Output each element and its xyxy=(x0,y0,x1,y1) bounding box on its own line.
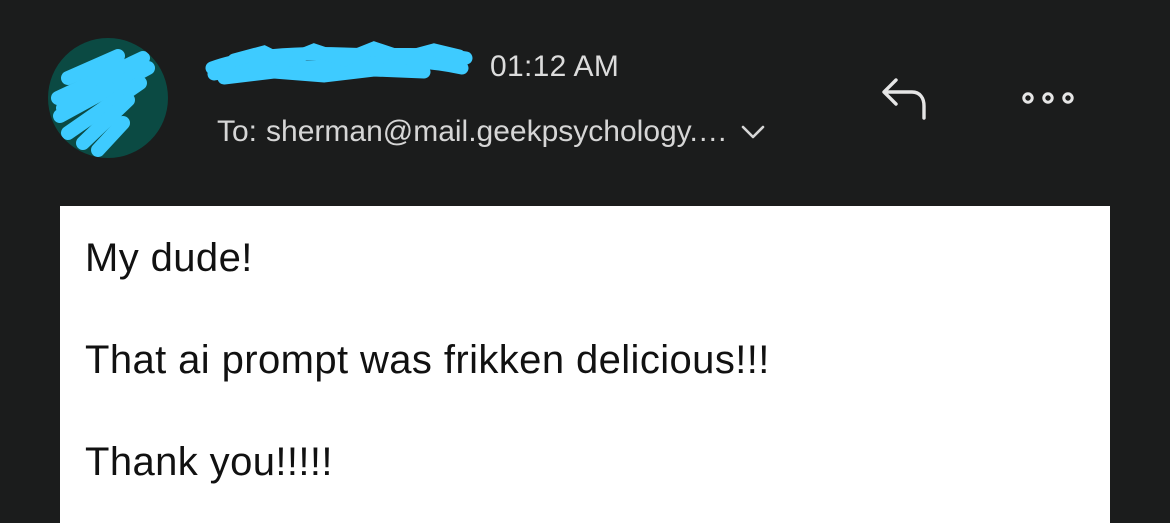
redaction-scribble xyxy=(51,49,155,157)
message-line: That ai prompt was frikken delicious!!! xyxy=(85,338,770,382)
more-options-icon xyxy=(1022,92,1074,104)
email-view: 01:12 AM To: sherman@mail.geekpsychology… xyxy=(0,0,1170,523)
timestamp: 01:12 AM xyxy=(490,50,620,83)
avatar xyxy=(48,38,168,158)
message-body: My dude! That ai prompt was frikken deli… xyxy=(60,206,1110,523)
reply-icon xyxy=(882,78,926,120)
recipient-label: To: xyxy=(217,115,258,148)
recipient-row[interactable]: To: sherman@mail.geekpsychology.… xyxy=(217,112,766,152)
chevron-down-icon[interactable] xyxy=(740,119,766,145)
recipient-address: sherman@mail.geekpsychology.… xyxy=(266,115,728,148)
sender-redaction xyxy=(205,41,473,85)
reply-button[interactable] xyxy=(878,70,934,126)
message-line: My dude! xyxy=(85,236,253,280)
message-line: Thank you!!!!! xyxy=(85,440,333,484)
sender-name xyxy=(204,38,474,94)
more-options-button[interactable] xyxy=(1016,78,1084,118)
